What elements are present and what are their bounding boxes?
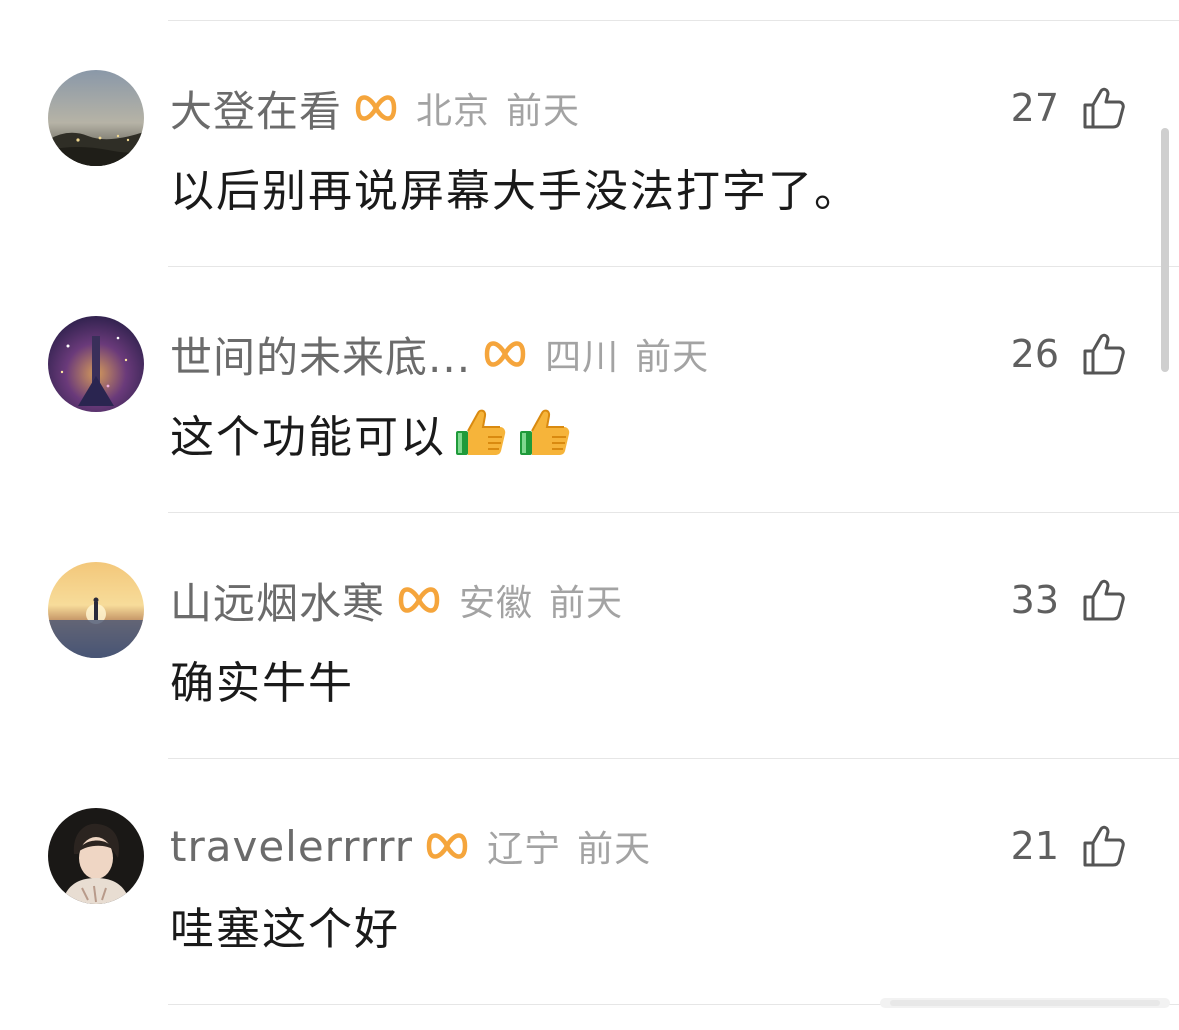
comment-time: 前天 [549, 583, 624, 624]
comment-text-content: 确实牛牛 [170, 658, 354, 709]
comment-item[interactable]: travelerrrrr 辽宁 前天 21 哇塞这个好 [0, 738, 1179, 984]
comment-text: 哇塞这个好 [170, 893, 400, 957]
comment-location: 四川 [545, 337, 620, 378]
comment-meta: 安徽 前天 [459, 574, 623, 626]
thumbs-up-emoji-icon [452, 405, 510, 461]
like-count: 21 [1010, 824, 1059, 868]
comment-item[interactable]: 山远烟水寒 安徽 前天 33 确实牛牛 [0, 492, 1179, 738]
thumbs-up-outline-icon[interactable] [1081, 577, 1127, 623]
orange-infinity-badge-icon [423, 826, 471, 866]
comment-username[interactable]: 世间的未来底... [170, 324, 471, 385]
like-button[interactable]: 21 [1011, 818, 1127, 874]
orange-infinity-badge-icon [395, 580, 443, 620]
comment-time: 前天 [506, 91, 581, 132]
thumbs-up-outline-icon[interactable] [1081, 85, 1127, 131]
orange-infinity-badge-icon [352, 88, 400, 128]
comment-text-content: 这个功能可以 [170, 412, 446, 463]
comment-text: 以后别再说屏幕大手没法打字了。 [170, 155, 860, 219]
thumbs-up-outline-icon[interactable] [1081, 331, 1127, 377]
city-night-avatar-icon[interactable] [48, 70, 144, 166]
anime-starry-avatar-icon[interactable] [48, 316, 144, 412]
comment-meta: 四川 前天 [545, 328, 709, 380]
comment-meta: 辽宁 前天 [487, 820, 651, 872]
comment-text: 这个功能可以 [170, 401, 574, 465]
comment-item[interactable]: 世间的未来底... 四川 前天 26 这个功能可以 [0, 246, 1179, 492]
comment-item[interactable]: 大登在看 北京 前天 27 以后别再说屏幕大手没法打字了。 [0, 0, 1179, 246]
comment-username[interactable]: travelerrrrr [170, 822, 413, 871]
orange-infinity-badge-icon [481, 334, 529, 374]
comment-username[interactable]: 大登在看 [170, 78, 342, 139]
watermark-logo [880, 998, 1170, 1008]
comment-time: 前天 [577, 829, 652, 870]
comment-location: 北京 [416, 91, 491, 132]
comment-text: 确实牛牛 [170, 647, 354, 711]
comment-text-content: 以后别再说屏幕大手没法打字了。 [170, 166, 860, 217]
comment-meta: 北京 前天 [416, 82, 580, 134]
comment-location: 安徽 [459, 583, 534, 624]
like-button[interactable]: 33 [1011, 572, 1127, 628]
comment-text-content: 哇塞这个好 [170, 904, 400, 955]
like-count: 33 [1010, 578, 1059, 622]
like-button[interactable]: 27 [1011, 80, 1127, 136]
scrollbar[interactable] [1161, 128, 1169, 372]
like-count: 26 [1010, 332, 1059, 376]
like-count: 27 [1010, 86, 1059, 130]
thumbs-up-emoji-icon [516, 405, 574, 461]
like-button[interactable]: 26 [1011, 326, 1127, 382]
comment-username[interactable]: 山远烟水寒 [170, 570, 385, 631]
comment-location: 辽宁 [487, 829, 562, 870]
comment-time: 前天 [635, 337, 710, 378]
thumbs-up-outline-icon[interactable] [1081, 823, 1127, 869]
portrait-avatar-icon[interactable] [48, 808, 144, 904]
sunset-figure-avatar-icon[interactable] [48, 562, 144, 658]
